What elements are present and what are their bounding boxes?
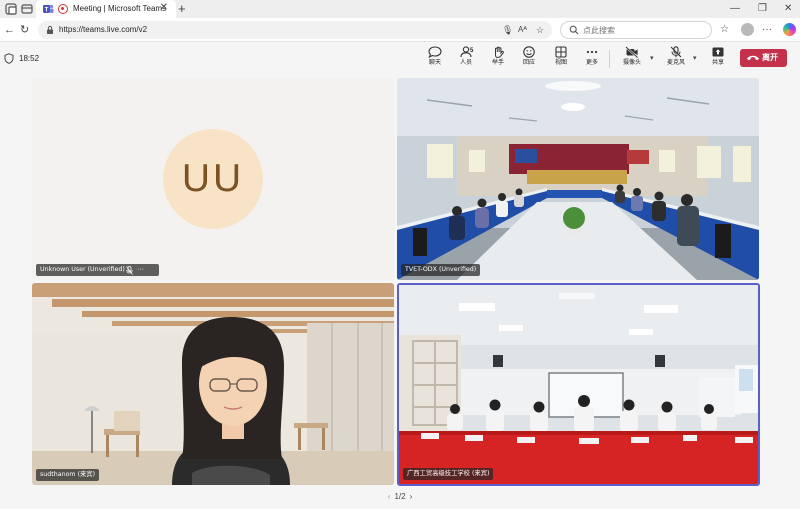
copilot-icon[interactable]	[783, 23, 796, 36]
microphone-icon[interactable]: 🎙	[502, 24, 513, 36]
favorites-icon[interactable]: ☆	[720, 23, 729, 37]
people-icon	[451, 46, 481, 58]
share-button[interactable]: 共享	[703, 46, 733, 74]
more-button[interactable]: 更多	[577, 46, 607, 74]
participant-tile-tvet-odx[interactable]: TVET-ODX (Unverified)	[397, 78, 759, 280]
page-indicator: 1/2	[394, 492, 406, 501]
browser-address-bar: ← ↻ https://teams.live.com/v2 🎙 Aᴬ ☆ ☆ ·…	[0, 18, 800, 42]
participant-avatar: UU	[163, 129, 263, 229]
participant-muted-mic-icon	[126, 264, 133, 276]
svg-text:T: T	[45, 8, 49, 14]
teams-logo-icon: T	[42, 3, 54, 15]
camera-label: 摄像头	[622, 59, 641, 66]
recording-indicator-icon	[58, 4, 68, 14]
participant-more-options-icon[interactable]: ···	[137, 264, 144, 276]
leave-label: 离开	[762, 53, 778, 62]
raise-hand-button[interactable]: 举手	[483, 46, 513, 74]
read-aloud-icon[interactable]: Aᴬ	[518, 24, 527, 36]
participant-tile-unknown-user[interactable]: UU Unknown User (Unverified) ···	[32, 78, 394, 280]
search-input[interactable]	[583, 24, 703, 36]
camera-off-icon	[617, 46, 647, 58]
people-button[interactable]: 5 人员	[451, 46, 481, 74]
back-arrow-icon[interactable]: ←	[4, 23, 15, 37]
close-tab-icon[interactable]: ✕	[160, 2, 168, 14]
browser-tab-strip: T Meeting | Microsoft Teams ✕ + — ❐ ✕	[0, 0, 800, 18]
search-icon	[569, 25, 579, 35]
leave-meeting-button[interactable]: 离开	[740, 49, 787, 67]
favorite-star-icon[interactable]: ☆	[536, 24, 544, 36]
camera-options-chevron-icon[interactable]: ▾	[650, 54, 654, 63]
meeting-timer: 18:52	[19, 54, 40, 63]
chat-icon	[420, 46, 450, 58]
close-window-icon[interactable]: ✕	[784, 2, 792, 16]
previous-page-chevron-icon[interactable]: ‹	[384, 491, 395, 503]
microphone-muted-icon	[661, 46, 691, 58]
participant-tile-guangxi-school[interactable]: 广西工贸高级技工学校 (来宾)	[397, 283, 760, 486]
more-label: 更多	[585, 59, 598, 66]
video-feed-sudthanom	[32, 283, 394, 485]
tab-actions-icon[interactable]	[20, 2, 34, 16]
react-button[interactable]: 回应	[514, 46, 544, 74]
raise-hand-label: 举手	[491, 59, 504, 66]
chat-button[interactable]: 聊天	[420, 46, 450, 74]
view-label: 视图	[554, 59, 567, 66]
video-feed-conference-room	[397, 78, 759, 280]
more-options-icon[interactable]: ···	[762, 23, 772, 37]
meeting-info-shield-icon[interactable]	[4, 53, 14, 64]
restore-window-icon[interactable]: ❐	[758, 2, 767, 16]
toolbar-divider	[609, 50, 610, 68]
view-button[interactable]: 视图	[546, 46, 576, 74]
camera-button[interactable]: 摄像头	[617, 46, 647, 74]
url-text: https://teams.live.com/v2	[59, 25, 148, 34]
minimize-window-icon[interactable]: —	[730, 2, 740, 16]
view-grid-icon	[546, 46, 576, 58]
meeting-toolbar: 18:52 聊天 5 人员 举手 回应 视图 更多 摄像头 ▾ 麦克风 ▾ 共享…	[0, 42, 800, 75]
share-screen-icon	[703, 46, 733, 58]
microphone-label: 麦克风	[666, 59, 685, 66]
tab-title: Meeting | Microsoft Teams	[73, 4, 167, 13]
share-label: 共享	[711, 59, 724, 66]
participant-name-tag: 广西工贸高级技工学校 (来宾)	[403, 468, 494, 480]
react-label: 回应	[522, 59, 535, 66]
video-feed-meeting-hall	[399, 285, 758, 484]
url-field[interactable]: https://teams.live.com/v2 🎙 Aᴬ ☆	[38, 21, 552, 39]
profile-avatar[interactable]	[741, 23, 754, 36]
participant-tile-sudthanom[interactable]: sudthanom (来宾)	[32, 283, 394, 485]
web-search-box[interactable]	[560, 21, 712, 39]
browser-tab-teams[interactable]: T Meeting | Microsoft Teams ✕	[36, 0, 176, 18]
workspaces-icon[interactable]	[4, 2, 18, 16]
microphone-options-chevron-icon[interactable]: ▾	[693, 54, 697, 63]
new-tab-button[interactable]: +	[178, 1, 186, 16]
more-dots-icon	[577, 46, 607, 58]
microphone-button[interactable]: 麦克风	[661, 46, 691, 74]
react-emoji-icon	[514, 46, 544, 58]
participant-name-tag: TVET-ODX (Unverified)	[401, 264, 481, 276]
raise-hand-icon	[483, 46, 513, 58]
participant-name-tag: sudthanom (来宾)	[36, 469, 100, 481]
people-count-badge: 5	[470, 48, 474, 54]
people-label: 人员	[459, 59, 472, 66]
avatar-initials: UU	[181, 157, 245, 200]
refresh-icon[interactable]: ↻	[20, 23, 29, 37]
gallery-pager: ‹ 1/2 ›	[372, 491, 428, 503]
next-page-chevron-icon[interactable]: ›	[406, 491, 417, 503]
chat-label: 聊天	[428, 59, 441, 66]
lock-icon[interactable]	[45, 25, 55, 35]
